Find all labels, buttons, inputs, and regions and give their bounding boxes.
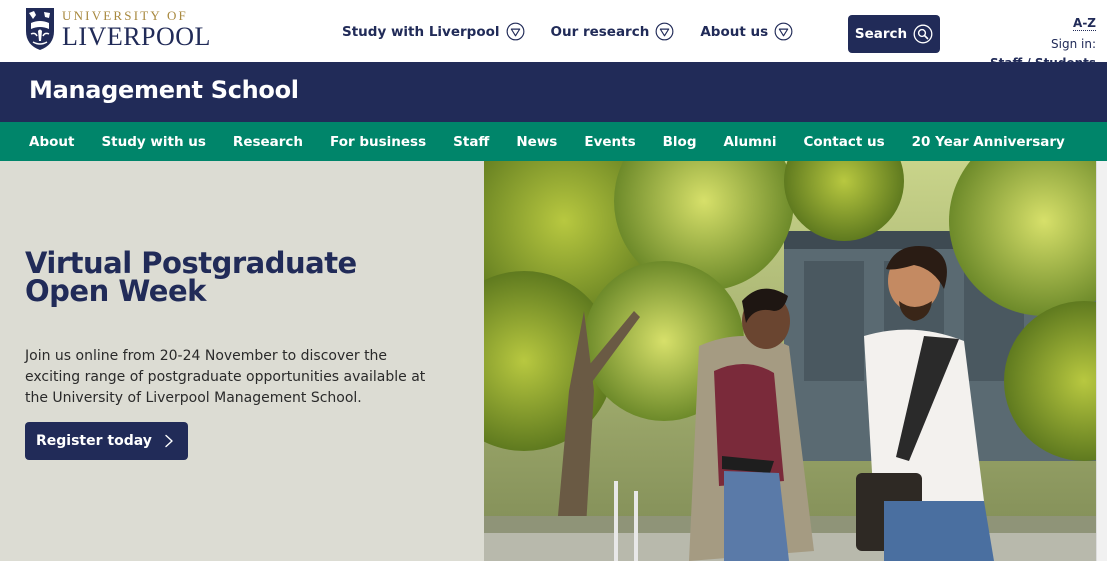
chevron-down-icon [774,22,793,41]
logo-wordmark: UNIVERSITY OF LIVERPOOL [62,9,211,50]
logo-top-text: UNIVERSITY OF [62,7,188,23]
site-header: UNIVERSITY OF LIVERPOOL Study with Liver… [0,0,1107,70]
hero-title: Virtual Postgraduate Open Week [25,249,455,308]
school-nav: About Study with us Research For busines… [0,122,1107,161]
school-nav-staff[interactable]: Staff [453,134,489,150]
nav-our-research[interactable]: Our research [551,22,675,41]
university-crest-icon [26,8,54,50]
students-walking-photo [484,161,1096,561]
logo-bottom-text: LIVERPOOL [62,21,211,51]
school-nav-research[interactable]: Research [233,134,303,150]
a-z-link[interactable]: A-Z [1073,16,1096,31]
school-banner: Management School [0,62,1107,122]
register-today-button[interactable]: Register today [25,422,188,460]
school-nav-20-year-anniversary[interactable]: 20 Year Anniversary [912,134,1065,150]
search-icon [913,24,933,44]
school-nav-alumni[interactable]: Alumni [723,134,776,150]
nav-label: Study with Liverpool [342,23,500,40]
chevron-down-icon [506,22,524,41]
nav-study-with-liverpool[interactable]: Study with Liverpool [342,22,525,41]
university-logo[interactable]: UNIVERSITY OF LIVERPOOL [25,7,211,51]
school-nav-events[interactable]: Events [584,134,635,150]
search-label: Search [854,26,908,42]
chevron-down-icon [655,22,674,41]
school-title[interactable]: Management School [29,76,299,104]
nav-label: Our research [550,23,650,40]
school-nav-for-business[interactable]: For business [330,134,426,150]
primary-nav: Study with Liverpool Our research About … [342,22,819,41]
chevron-right-icon [165,434,173,448]
hero-photo-students [484,161,1096,561]
search-button[interactable]: Search [848,15,940,53]
school-nav-blog[interactable]: Blog [663,134,697,150]
hero-banner: Virtual Postgraduate Open Week Join us o… [0,161,1107,561]
school-nav-about[interactable]: About [29,134,74,150]
school-nav-contact-us[interactable]: Contact us [803,134,884,150]
hero-description: Join us online from 20-24 November to di… [25,348,426,406]
hero-title-line-2: Open Week [25,274,206,308]
school-nav-news[interactable]: News [516,134,557,150]
hero-content: Virtual Postgraduate Open Week Join us o… [25,249,455,460]
sign-in-label: Sign in: [1051,37,1096,51]
nav-about-us[interactable]: About us [700,22,793,41]
register-today-label: Register today [36,433,152,449]
nav-label: About us [700,23,769,40]
school-nav-study-with-us[interactable]: Study with us [101,134,205,150]
page-scrollbar[interactable] [1096,161,1107,561]
